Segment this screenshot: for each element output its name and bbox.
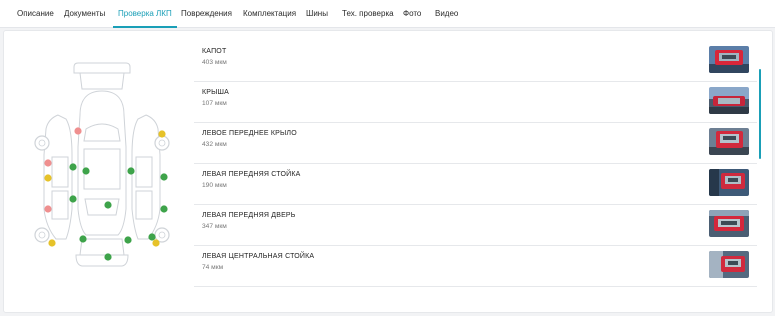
tab-damage[interactable]: Повреждения: [181, 0, 232, 27]
gauge-photo-thumbnail[interactable]: [709, 87, 749, 114]
measurement-point-yellow[interactable]: [44, 174, 52, 182]
measurement-point-red[interactable]: [44, 205, 52, 213]
measurement-point-green[interactable]: [69, 195, 77, 203]
part-name: ЛЕВАЯ ЦЕНТРАЛЬНАЯ СТОЙКА: [202, 253, 315, 260]
tab-label: Комплектация: [243, 9, 297, 18]
rear-window-outline: [84, 198, 120, 216]
rear-trunk-outline: [79, 238, 125, 256]
thickness-value: 432 мкм: [202, 141, 227, 148]
gauge-photo-thumbnail[interactable]: [709, 46, 749, 73]
tab-description[interactable]: Описание: [17, 0, 54, 27]
thickness-value: 190 мкм: [202, 182, 227, 189]
part-name: ЛЕВАЯ ПЕРЕДНЯЯ ДВЕРЬ: [202, 212, 296, 219]
measurement-row-left-a-pillar[interactable]: ЛЕВАЯ ПЕРЕДНЯЯ СТОЙКА 190 мкм: [194, 164, 757, 205]
windshield-outline: [83, 123, 121, 142]
tab-label: Тех. проверка: [342, 9, 394, 18]
measurement-point-green[interactable]: [160, 205, 168, 213]
thickness-value: 347 мкм: [202, 223, 227, 230]
roof-outline: [83, 148, 121, 190]
tab-bar: Описание Документы Проверка ЛКП Поврежде…: [0, 0, 775, 28]
left-rear-door-outline: [51, 190, 69, 220]
tab-label: Повреждения: [181, 9, 232, 18]
right-front-wheel-icon: [154, 135, 170, 151]
thickness-value: 74 мкм: [202, 264, 224, 271]
thickness-value: 107 мкм: [202, 100, 227, 107]
left-front-door-outline: [51, 156, 69, 188]
active-tab-indicator: [113, 26, 177, 28]
gauge-photo-thumbnail[interactable]: [709, 169, 749, 196]
right-rear-door-outline: [135, 190, 153, 220]
tab-video[interactable]: Видео: [435, 0, 458, 27]
part-name: ЛЕВОЕ ПЕРЕДНЕЕ КРЫЛО: [202, 130, 297, 137]
gauge-photo-thumbnail[interactable]: [709, 128, 749, 155]
gauge-photo-thumbnail[interactable]: [709, 251, 749, 278]
measurement-point-green[interactable]: [160, 173, 168, 181]
measurement-point-yellow[interactable]: [48, 239, 56, 247]
measurement-row-left-front-fender[interactable]: ЛЕВОЕ ПЕРЕДНЕЕ КРЫЛО 432 мкм: [194, 123, 757, 164]
measurement-point-yellow[interactable]: [152, 239, 160, 247]
tab-label: Документы: [64, 9, 106, 18]
measurement-point-red[interactable]: [74, 127, 82, 135]
tab-label: Проверка ЛКП: [118, 9, 172, 18]
measurement-point-green[interactable]: [79, 235, 87, 243]
rear-bumper-outline: [75, 254, 129, 267]
list-scrollbar[interactable]: [759, 69, 761, 159]
front-grille-outline: [79, 72, 125, 90]
front-bumper-outline: [73, 62, 131, 74]
tab-label: Видео: [435, 9, 459, 18]
car-body-diagram: [34, 62, 170, 267]
tab-label: Шины: [306, 9, 328, 18]
tab-paint-check[interactable]: Проверка ЛКП: [113, 0, 177, 28]
measurement-list: КАПОТ 403 мкм КРЫША 107 мкм ЛЕВОЕ ПЕРЕДН…: [194, 41, 757, 309]
measurement-point-green[interactable]: [82, 167, 90, 175]
gauge-photo-thumbnail[interactable]: [709, 210, 749, 237]
measurement-point-green[interactable]: [69, 163, 77, 171]
tab-label: Описание: [17, 9, 54, 18]
paint-check-panel: КАПОТ 403 мкм КРЫША 107 мкм ЛЕВОЕ ПЕРЕДН…: [3, 30, 773, 313]
left-rear-wheel-icon: [34, 227, 50, 243]
measurement-point-green[interactable]: [104, 201, 112, 209]
measurement-point-green[interactable]: [104, 253, 112, 261]
tab-equipment[interactable]: Комплектация: [243, 0, 296, 27]
measurement-point-red[interactable]: [44, 159, 52, 167]
tab-tech-check[interactable]: Тех. проверка: [342, 0, 394, 27]
measurement-row-roof[interactable]: КРЫША 107 мкм: [194, 82, 757, 123]
tab-documents[interactable]: Документы: [64, 0, 105, 27]
thickness-value: 403 мкм: [202, 59, 227, 66]
tab-photo[interactable]: Фото: [403, 0, 421, 27]
tab-tires[interactable]: Шины: [306, 0, 328, 27]
measurement-row-hood[interactable]: КАПОТ 403 мкм: [194, 41, 757, 82]
measurement-point-green[interactable]: [148, 233, 156, 241]
left-front-wheel-icon: [34, 135, 50, 151]
measurement-point-yellow[interactable]: [158, 130, 166, 138]
tab-label: Фото: [403, 9, 422, 18]
measurement-row-left-front-door[interactable]: ЛЕВАЯ ПЕРЕДНЯЯ ДВЕРЬ 347 мкм: [194, 205, 757, 246]
measurement-row-left-b-pillar[interactable]: ЛЕВАЯ ЦЕНТРАЛЬНАЯ СТОЙКА 74 мкм: [194, 246, 757, 287]
part-name: КРЫША: [202, 89, 230, 96]
measurement-point-green[interactable]: [127, 167, 135, 175]
right-front-door-outline: [135, 156, 153, 188]
measurement-point-green[interactable]: [124, 236, 132, 244]
part-name: ЛЕВАЯ ПЕРЕДНЯЯ СТОЙКА: [202, 171, 301, 178]
part-name: КАПОТ: [202, 48, 227, 55]
car-top-outline: [77, 90, 127, 236]
